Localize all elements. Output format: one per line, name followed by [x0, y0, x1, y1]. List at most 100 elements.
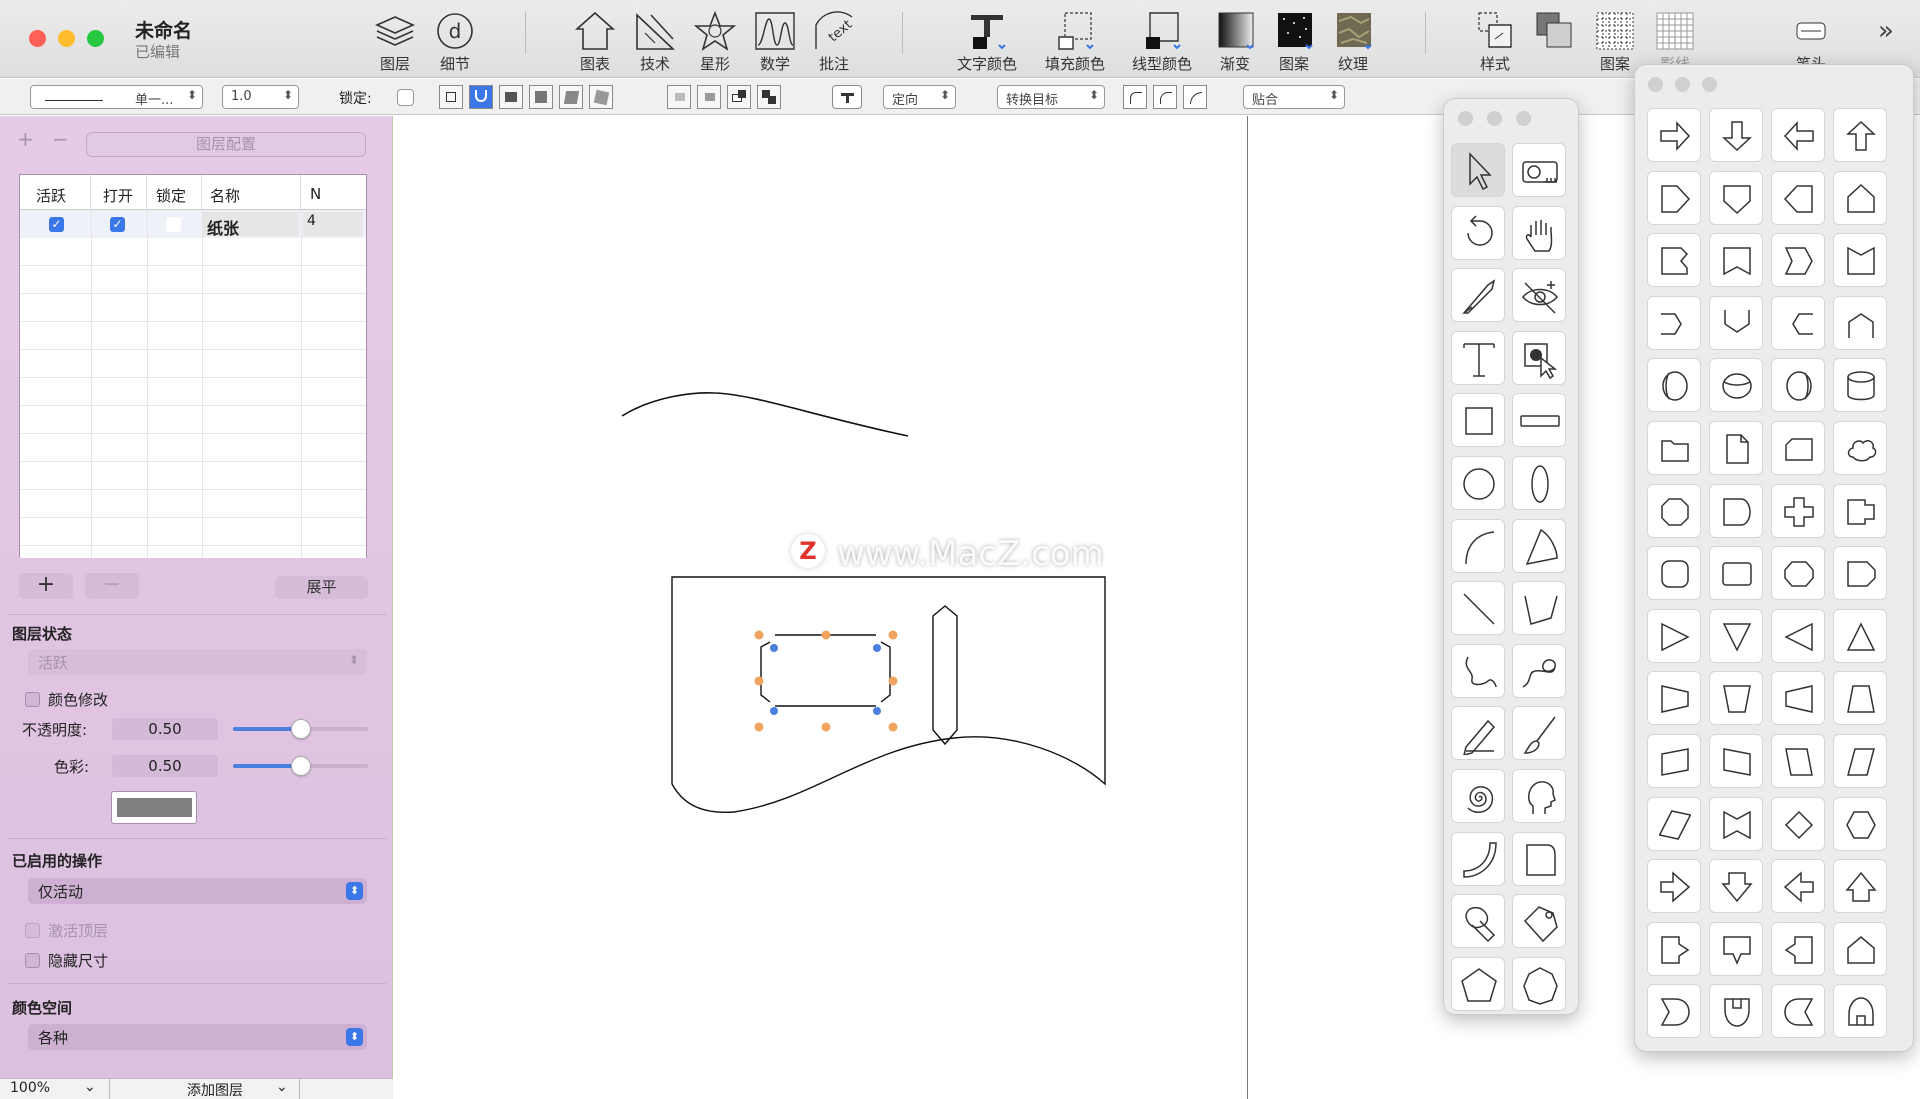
- shape-rounded-square-button[interactable]: [1647, 546, 1701, 601]
- shape-trapezoid-down-button[interactable]: [1709, 671, 1763, 726]
- tool-rotate-button[interactable]: [1451, 205, 1505, 260]
- shape-trapezoid-up-button[interactable]: [1833, 671, 1887, 726]
- col-header-n[interactable]: N: [301, 175, 366, 209]
- shape-triangle-up-button[interactable]: [1833, 608, 1887, 663]
- add-layer-small-button[interactable]: +: [17, 127, 34, 151]
- palette-close-button[interactable]: [1648, 77, 1663, 92]
- col-header-locked[interactable]: 锁定: [147, 175, 202, 209]
- shape-round-arrow-left-button[interactable]: [1771, 984, 1825, 1039]
- shape-diamond-button[interactable]: [1771, 796, 1825, 851]
- tool-rounded-bar-button[interactable]: [1512, 393, 1566, 448]
- mode-button-6[interactable]: [589, 85, 613, 109]
- shape-notch-right-button[interactable]: [1771, 233, 1825, 288]
- shape-cylinder-v-button[interactable]: [1647, 358, 1701, 413]
- shape-parallelogram-b-button[interactable]: [1709, 734, 1763, 788]
- toolbar-line-color-button[interactable]: 线型颜色: [1122, 9, 1202, 73]
- shape-callout-down-button[interactable]: [1709, 921, 1763, 976]
- tool-line-button[interactable]: [1451, 581, 1505, 636]
- shape-fat-arrow-down-button[interactable]: [1709, 859, 1763, 914]
- order-button-4[interactable]: [757, 85, 781, 109]
- open-checkbox[interactable]: ✓: [110, 217, 125, 232]
- convert-target-select[interactable]: 转换目标: [997, 85, 1105, 109]
- shape-triangle-right-button[interactable]: [1647, 608, 1701, 663]
- col-header-open[interactable]: 打开: [91, 175, 147, 209]
- corner-button-2[interactable]: [1153, 85, 1177, 109]
- corner-button-1[interactable]: [1123, 85, 1147, 109]
- flag-shape[interactable]: [672, 577, 1105, 812]
- add-layer-select[interactable]: 添加图层: [130, 1080, 300, 1099]
- remove-layer-small-button[interactable]: −: [52, 127, 69, 151]
- shape-cloud-button[interactable]: [1833, 421, 1887, 475]
- palette-zoom-button[interactable]: [1516, 111, 1531, 126]
- remove-layer-button[interactable]: −: [85, 573, 139, 599]
- toolbar-fill-color-button[interactable]: 填充颜色: [1035, 9, 1115, 73]
- zoom-button[interactable]: [87, 30, 104, 47]
- order-button-2[interactable]: [697, 85, 721, 109]
- colorspace-select[interactable]: 各种 ⬍: [28, 1024, 367, 1050]
- shape-trapezoid-left-button[interactable]: [1771, 671, 1825, 726]
- line-width-select[interactable]: 1.0: [222, 85, 299, 109]
- shape-connector-left-button[interactable]: [1771, 295, 1825, 350]
- shape-database-button[interactable]: [1833, 358, 1887, 413]
- shape-trapezoid-right-button[interactable]: [1647, 671, 1701, 726]
- palette-zoom-button[interactable]: [1702, 77, 1717, 92]
- shape-parallelogram-e-button[interactable]: [1647, 796, 1701, 851]
- shape-pentagon-tab-button[interactable]: [1833, 546, 1887, 601]
- shape-ribbon-down-button[interactable]: [1709, 233, 1763, 288]
- mode-button-5[interactable]: [559, 85, 583, 109]
- wave-line[interactable]: [622, 393, 908, 436]
- opacity-field[interactable]: 0.50: [112, 718, 218, 740]
- tool-text-tool-button[interactable]: [1451, 330, 1505, 385]
- tool-sector-button[interactable]: [1512, 518, 1566, 573]
- shape-house-button[interactable]: [1833, 921, 1887, 976]
- activate-top-checkbox[interactable]: [25, 923, 40, 938]
- shape-parallelogram-d-button[interactable]: [1833, 734, 1887, 788]
- tool-circle-button[interactable]: [1451, 456, 1505, 510]
- tool-zoom-select-button[interactable]: [1512, 330, 1566, 385]
- tool-brush-button[interactable]: [1512, 706, 1566, 761]
- tool-head-profile-button[interactable]: [1512, 769, 1566, 823]
- palette-close-button[interactable]: [1458, 111, 1473, 126]
- hue-slider[interactable]: [233, 756, 368, 776]
- zoom-select[interactable]: 100%: [10, 1080, 50, 1096]
- opacity-slider-knob[interactable]: [290, 719, 311, 739]
- line-style-select[interactable]: 单一...: [30, 85, 203, 109]
- tool-knife-button[interactable]: [1451, 268, 1505, 323]
- tool-pentagon-button[interactable]: [1451, 956, 1505, 1011]
- corner-button-3[interactable]: [1183, 85, 1207, 109]
- snap-select[interactable]: 贴合: [1243, 85, 1345, 109]
- add-layer-button[interactable]: +: [19, 573, 73, 599]
- close-button[interactable]: [29, 30, 46, 47]
- shape-fat-arrow-right-button[interactable]: [1647, 859, 1701, 914]
- shape-connector-down-button[interactable]: [1709, 295, 1763, 350]
- shape-fat-arrow-up-button[interactable]: [1833, 859, 1887, 914]
- shape-cross-button[interactable]: [1771, 483, 1825, 538]
- tool-pencil-button[interactable]: [1451, 706, 1505, 761]
- shape-triangle-down-button[interactable]: [1709, 608, 1763, 663]
- lock-cell-checkbox[interactable]: [166, 217, 181, 232]
- shape-pentagon-up-button[interactable]: [1833, 170, 1887, 225]
- shape-fat-arrow-left-button[interactable]: [1771, 859, 1825, 914]
- tool-tag-bucket-button[interactable]: [1512, 894, 1566, 949]
- tool-hand-pan-button[interactable]: [1512, 205, 1566, 260]
- hide-dims-checkbox[interactable]: [25, 953, 40, 968]
- toolbar-annotation-button[interactable]: text 批注: [795, 9, 873, 73]
- color-modify-checkbox[interactable]: [25, 692, 40, 707]
- toolbar-texture-button[interactable]: 纹理: [1314, 9, 1392, 73]
- shape-octagon-wide-button[interactable]: [1771, 546, 1825, 601]
- tool-camera-measure-button[interactable]: [1512, 143, 1566, 197]
- table-row[interactable]: ✓ ✓ 纸张 4: [20, 210, 366, 238]
- palette-minimize-button[interactable]: [1675, 77, 1690, 92]
- shape-arrow-down-button[interactable]: [1709, 108, 1763, 162]
- tool-spiral-curve-button[interactable]: [1512, 643, 1566, 698]
- tool-fill-bucket-button[interactable]: [1451, 894, 1505, 949]
- shape-arrow-left-button[interactable]: [1771, 108, 1825, 162]
- opacity-slider[interactable]: [233, 719, 368, 739]
- order-button-1[interactable]: [667, 85, 691, 109]
- shape-triangle-left-button[interactable]: [1771, 608, 1825, 663]
- chevron-double-right-icon[interactable]: »: [1878, 16, 1894, 46]
- layer-config-button[interactable]: 图层配置: [86, 132, 366, 157]
- tool-polyline-button[interactable]: [1512, 581, 1566, 636]
- shape-octagon-button[interactable]: [1647, 483, 1701, 538]
- shape-arrow-right-button[interactable]: [1647, 108, 1701, 162]
